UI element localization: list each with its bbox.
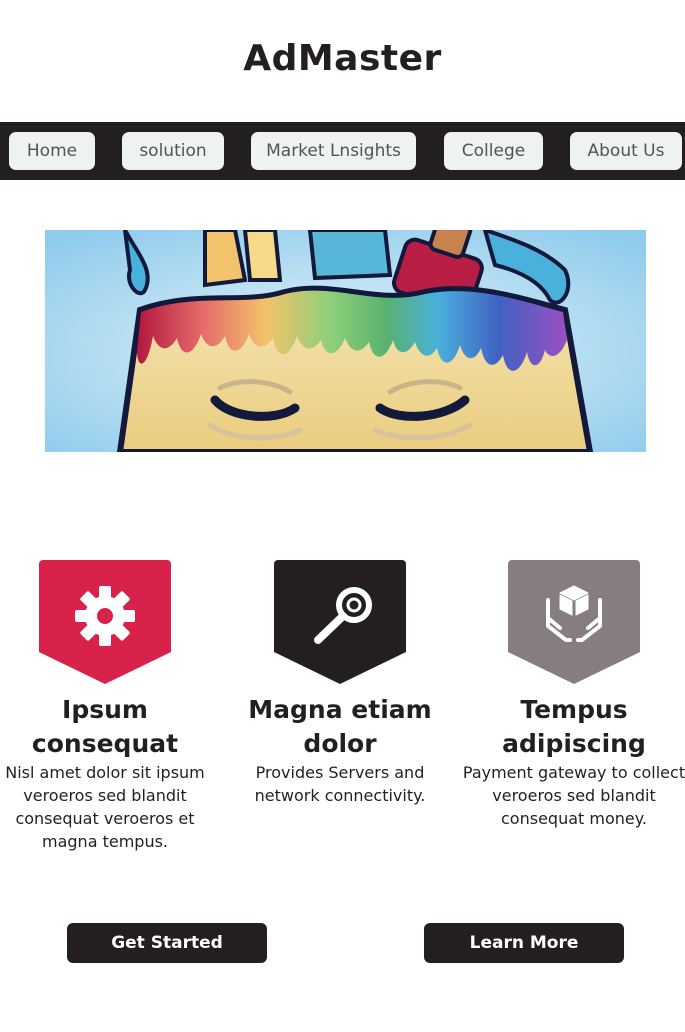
feature-badge-3 bbox=[508, 560, 640, 684]
nav-item-market-insights[interactable]: Market Lnsights bbox=[251, 132, 416, 170]
hands-box-icon bbox=[508, 560, 640, 684]
feature-text-2: Provides Servers and network connectivit… bbox=[254, 763, 426, 805]
feature-title-2: Magna etiam dolor bbox=[248, 695, 432, 758]
nav-item-college[interactable]: College bbox=[444, 132, 543, 170]
feature-title-1: Ipsum consequat bbox=[31, 695, 179, 758]
feature-card-2: Magna etiam dolor Provides Servers and n… bbox=[225, 560, 455, 807]
feature-card-1: Ipsum consequat Nisl amet dolor sit ipsu… bbox=[0, 560, 220, 853]
learn-more-button[interactable]: Learn More bbox=[424, 923, 624, 963]
feature-badge-2 bbox=[274, 560, 406, 684]
feature-title-3: Tempus adipiscing bbox=[502, 695, 646, 758]
feature-text-1: Nisl amet dolor sit ipsum veroeros sed b… bbox=[5, 763, 205, 851]
get-started-button[interactable]: Get Started bbox=[67, 923, 267, 963]
site-logo-title[interactable]: AdMaster bbox=[0, 38, 685, 79]
key-icon bbox=[274, 560, 406, 684]
hero-banner-image bbox=[45, 230, 646, 452]
feature-badge-1 bbox=[39, 560, 171, 684]
nav-item-solution[interactable]: solution bbox=[122, 132, 224, 170]
feature-card-3: Tempus adipiscing Payment gateway to col… bbox=[459, 560, 685, 830]
nav-item-about-us[interactable]: About Us bbox=[570, 132, 682, 170]
feature-text-3: Payment gateway to collect veroeros sed … bbox=[462, 763, 685, 828]
gear-icon bbox=[39, 560, 171, 684]
nav-item-home[interactable]: Home bbox=[9, 132, 95, 170]
main-nav: Home solution Market Lnsights College Ab… bbox=[0, 122, 685, 180]
